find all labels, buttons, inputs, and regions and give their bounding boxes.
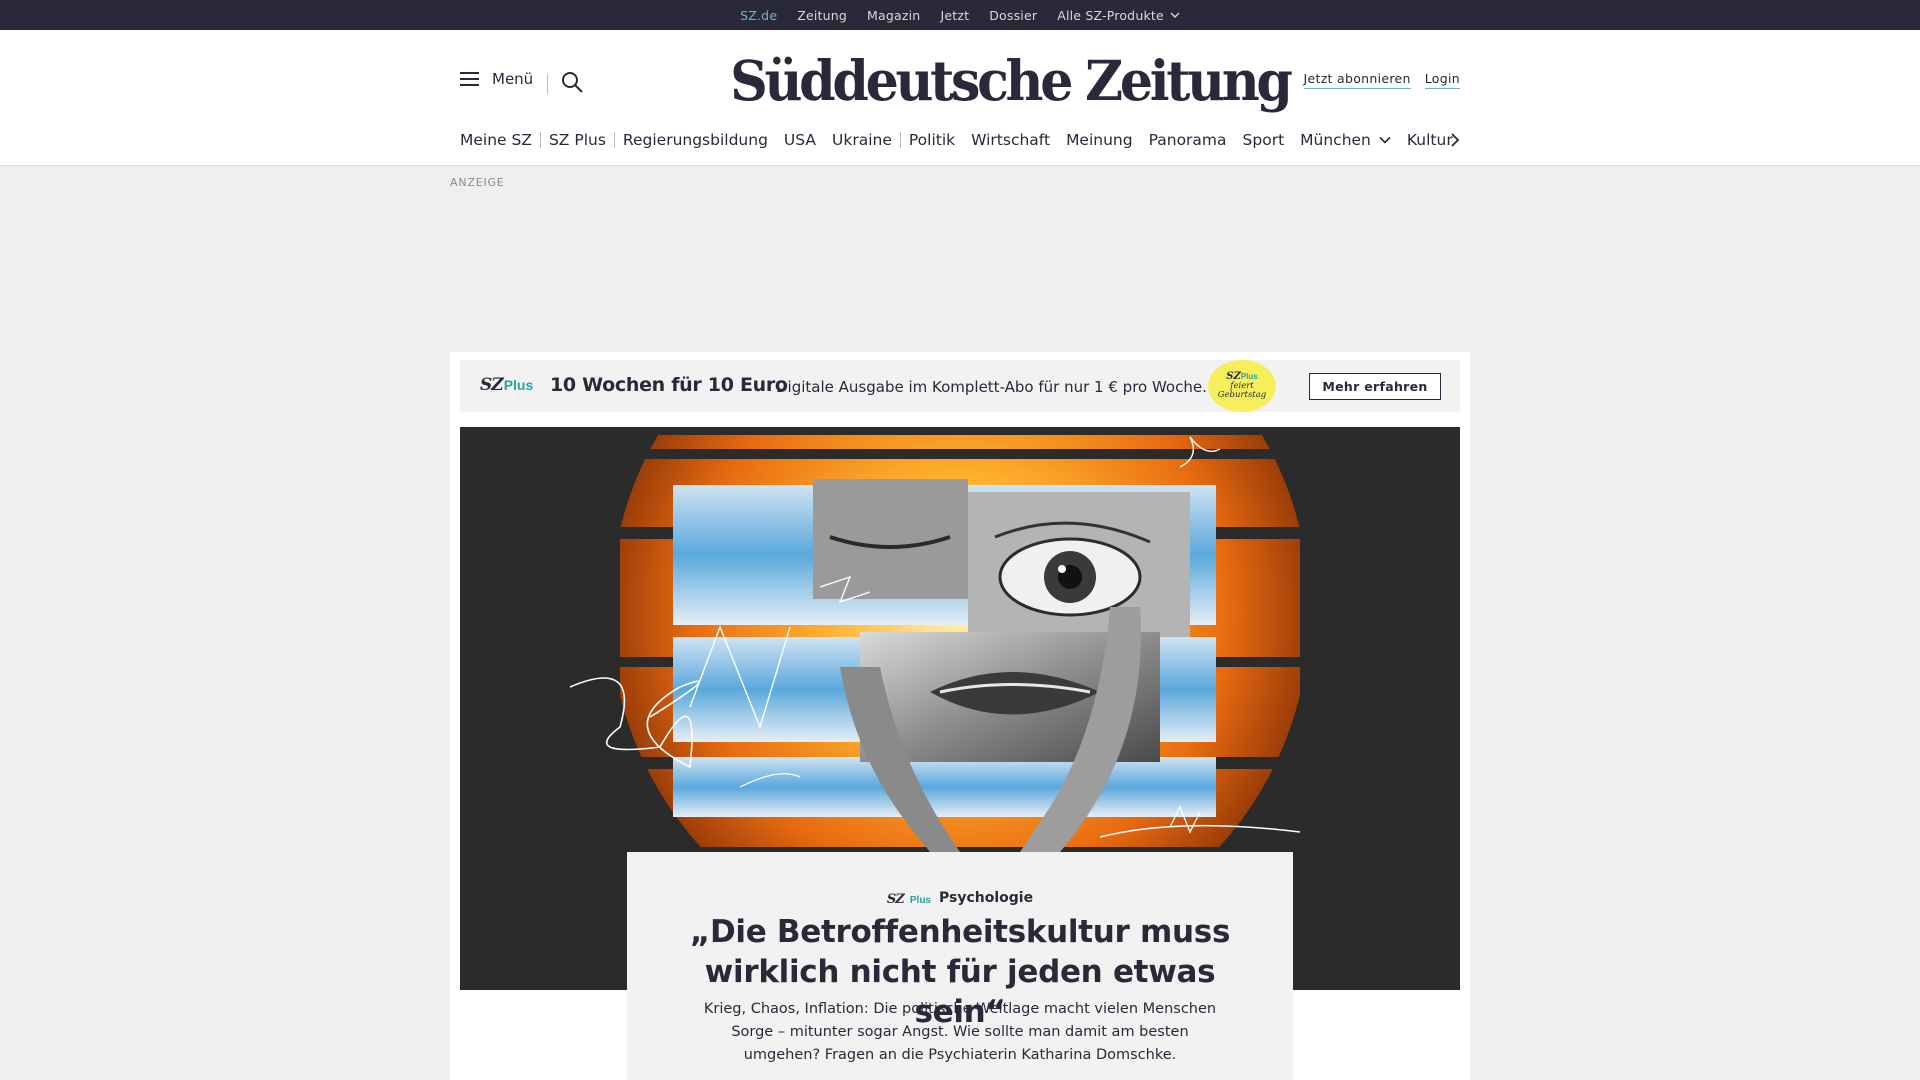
search-button[interactable] xyxy=(560,70,584,98)
login-link[interactable]: Login xyxy=(1424,71,1460,89)
article-topic: Psychologie xyxy=(939,889,1034,906)
site-header: Menü Süddeutsche Zeitung Jetzt abonniere… xyxy=(0,30,1920,166)
szplus-logo: SZ Plus xyxy=(480,375,533,395)
article-kicker: SZ Plus Psychologie xyxy=(627,888,1293,908)
szplus-logo-plus: Plus xyxy=(503,377,534,393)
szplus-logo-sz: SZ xyxy=(480,375,504,395)
header-divider xyxy=(547,74,548,94)
chevron-right-icon xyxy=(1451,133,1460,147)
nav-item-meine-sz[interactable]: Meine SZ xyxy=(460,131,540,149)
badge-logo-plus: Plus xyxy=(1240,371,1258,381)
birthday-badge: SZPlus feiert Geburtstag xyxy=(1208,360,1276,412)
nav-item-sport[interactable]: Sport xyxy=(1235,131,1293,149)
nav-scroll-right-button[interactable] xyxy=(1450,132,1460,152)
site-logo[interactable]: Süddeutsche Zeitung xyxy=(730,48,1293,118)
nav-item-politik[interactable]: Politik xyxy=(901,131,963,149)
nav-item-panorama[interactable]: Panorama xyxy=(1141,131,1235,149)
product-link-jetzt[interactable]: Jetzt xyxy=(940,8,969,23)
product-link-all-products[interactable]: Alle SZ-Produkte xyxy=(1057,8,1180,23)
nav-item-wirtschaft[interactable]: Wirtschaft xyxy=(963,131,1058,149)
all-products-label: Alle SZ-Produkte xyxy=(1057,7,1164,23)
product-link-magazin[interactable]: Magazin xyxy=(867,8,920,23)
product-link-zeitung[interactable]: Zeitung xyxy=(797,8,847,23)
nav-item-regierungsbildung[interactable]: Regierungsbildung xyxy=(615,131,776,149)
promo-headline: 10 Wochen für 10 Euro xyxy=(550,374,788,396)
search-icon xyxy=(562,72,583,93)
menu-button[interactable]: Menü xyxy=(460,70,533,88)
menu-label: Menü xyxy=(492,70,534,88)
article-lead: Krieg, Chaos, Inflation: Die politische … xyxy=(703,1001,1217,1063)
chevron-down-icon xyxy=(1379,136,1391,144)
badge-line-2: Geburtstag xyxy=(1217,390,1267,401)
szplus-logo-sz: SZ xyxy=(886,892,905,907)
szplus-logo-plus: Plus xyxy=(909,895,931,906)
nav-item-ukraine[interactable]: Ukraine xyxy=(824,131,900,149)
product-link-dossier[interactable]: Dossier xyxy=(989,8,1037,23)
content-panel: SZ Plus 10 Wochen für 10 Euro Digitale A… xyxy=(450,352,1470,1080)
product-link-szde[interactable]: SZ.de xyxy=(740,8,777,36)
product-nav: SZ.de Zeitung Magazin Jetzt Dossier Alle… xyxy=(0,0,1920,36)
ressort-nav: Meine SZ SZ Plus Regierungsbildung USA U… xyxy=(460,130,1461,150)
nav-item-muenchen-label: München xyxy=(1300,131,1371,149)
chevron-down-icon xyxy=(1170,12,1180,18)
badge-logo-sz: SZ xyxy=(1226,370,1241,382)
subscribe-link[interactable]: Jetzt abonnieren xyxy=(1303,71,1411,89)
promo-banner: SZ Plus 10 Wochen für 10 Euro Digitale A… xyxy=(460,360,1460,412)
nav-item-sz-plus[interactable]: SZ Plus xyxy=(541,131,614,149)
ad-label: ANZEIGE xyxy=(450,176,505,189)
product-bar: SZ.de Zeitung Magazin Jetzt Dossier Alle… xyxy=(0,0,1920,36)
article-teaser[interactable]: SZ Plus Psychologie „Die Betroffenheitsk… xyxy=(627,852,1293,1080)
nav-item-muenchen[interactable]: München xyxy=(1292,131,1399,149)
account-links: Jetzt abonnieren Login xyxy=(1303,71,1460,89)
nav-item-meinung[interactable]: Meinung xyxy=(1058,131,1141,149)
szplus-logo: SZ Plus xyxy=(887,888,931,907)
mehr-erfahren-button[interactable]: Mehr erfahren xyxy=(1309,373,1441,400)
promo-description: Digitale Ausgabe im Komplett-Abo für nur… xyxy=(776,378,1207,396)
hamburger-icon xyxy=(460,72,479,86)
nav-item-usa[interactable]: USA xyxy=(776,131,824,149)
